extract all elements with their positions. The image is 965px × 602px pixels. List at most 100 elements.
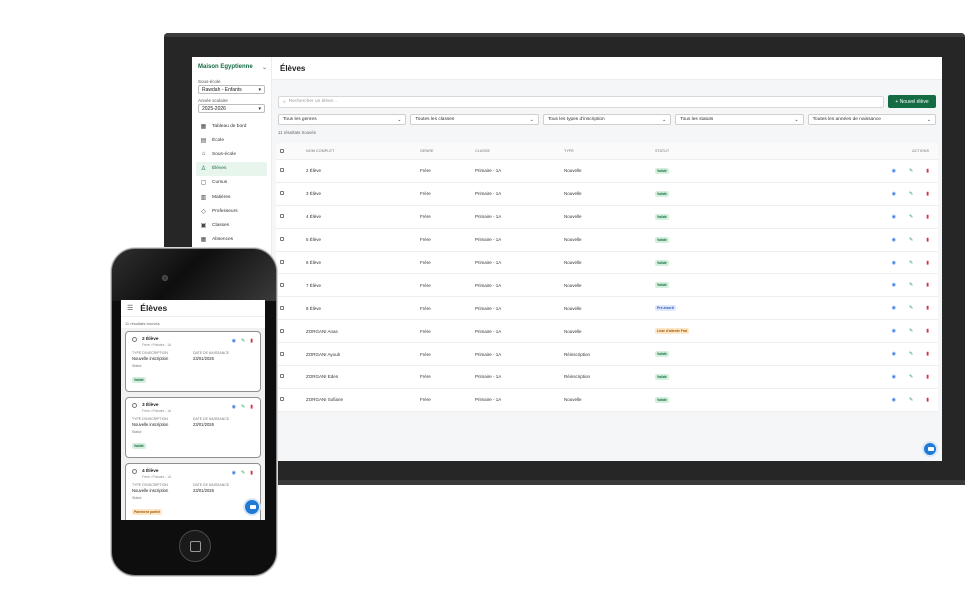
view-icon[interactable]: ◉ bbox=[232, 338, 236, 344]
edit-icon[interactable]: ✎ bbox=[909, 374, 913, 380]
edit-icon[interactable]: ✎ bbox=[909, 214, 913, 220]
row-checkbox[interactable] bbox=[280, 168, 284, 173]
brand-switcher[interactable]: Maison Egyptienne ⌄ bbox=[196, 57, 267, 77]
sidebar-item[interactable]: ⌂ Sous-école bbox=[196, 147, 267, 161]
edit-icon[interactable]: ✎ bbox=[909, 168, 913, 174]
row-checkbox[interactable] bbox=[280, 305, 284, 310]
sub-school-select[interactable]: Rawdah - Enfants ▾ bbox=[198, 85, 265, 94]
delete-icon[interactable]: ▮ bbox=[926, 305, 929, 311]
delete-icon[interactable]: ▮ bbox=[250, 404, 253, 410]
table-row: ZORGANI Ayoub Frère Primaire - 1A Réinscrip… bbox=[276, 343, 938, 367]
home-button[interactable] bbox=[179, 530, 211, 562]
filter-label: Tous les genres bbox=[283, 117, 317, 122]
student-card[interactable]: 3 Élève Frère • Primaire - 1A ◉ ✎ ▮ Type d'in… bbox=[125, 397, 261, 458]
view-icon[interactable]: ◉ bbox=[892, 282, 896, 288]
row-checkbox[interactable] bbox=[280, 351, 284, 356]
edit-icon[interactable]: ✎ bbox=[241, 404, 245, 410]
sidebar-item[interactable]: ▣ Classes bbox=[196, 218, 267, 232]
delete-icon[interactable]: ▮ bbox=[926, 214, 929, 220]
phone-glare bbox=[112, 249, 276, 301]
view-icon[interactable]: ◉ bbox=[892, 328, 896, 334]
sidebar-item[interactable]: ♙ Élèves bbox=[196, 161, 267, 176]
row-checkbox[interactable] bbox=[280, 214, 284, 219]
edit-icon[interactable]: ✎ bbox=[909, 260, 913, 266]
delete-icon[interactable]: ▮ bbox=[926, 397, 929, 403]
sidebar-item[interactable]: ▢ Cursus bbox=[196, 176, 267, 190]
sidebar-item-label: Cursus bbox=[212, 180, 228, 186]
cell-class: Primaire - 1A bbox=[475, 191, 502, 197]
menu-icon[interactable]: ☰ bbox=[127, 304, 133, 312]
delete-icon[interactable]: ▮ bbox=[926, 351, 929, 357]
edit-icon[interactable]: ✎ bbox=[909, 328, 913, 334]
table-row: 2 Élève Frère Primaire - 1A Nouvelle Validé ◉… bbox=[276, 160, 938, 183]
edit-icon[interactable]: ✎ bbox=[909, 282, 913, 288]
filter-select[interactable]: Tous les statuts ⌄ bbox=[675, 114, 804, 125]
birth-label: Date de naissance bbox=[193, 483, 230, 487]
view-icon[interactable]: ◉ bbox=[892, 260, 896, 266]
status-badge: Validé bbox=[655, 213, 669, 220]
row-checkbox[interactable] bbox=[280, 260, 284, 264]
sidebar-item[interactable]: ▥ Matières bbox=[196, 190, 267, 204]
row-checkbox[interactable] bbox=[280, 282, 284, 287]
delete-icon[interactable]: ▮ bbox=[250, 470, 253, 476]
view-icon[interactable]: ◉ bbox=[892, 168, 896, 174]
select-all-checkbox[interactable] bbox=[280, 148, 284, 153]
edit-icon[interactable]: ✎ bbox=[909, 237, 913, 243]
row-checkbox[interactable] bbox=[280, 191, 284, 196]
phone-screen: ☰ Élèves 11 résultats trouvés 2 Élève Frè… bbox=[121, 300, 265, 520]
row-checkbox[interactable] bbox=[280, 328, 284, 333]
edit-icon[interactable]: ✎ bbox=[241, 470, 245, 476]
view-icon[interactable]: ◉ bbox=[892, 374, 896, 380]
delete-icon[interactable]: ▮ bbox=[926, 282, 929, 288]
sidebar-item[interactable]: ▦ Tableau de bord bbox=[196, 119, 267, 133]
view-icon[interactable]: ◉ bbox=[232, 404, 236, 410]
chevron-down-icon: ▾ bbox=[258, 105, 261, 112]
view-icon[interactable]: ◉ bbox=[892, 237, 896, 243]
view-icon[interactable]: ◉ bbox=[892, 191, 896, 197]
new-student-button[interactable]: + Nouvel élève bbox=[888, 95, 936, 108]
sidebar-item[interactable]: ◇ Professeurs bbox=[196, 204, 267, 218]
edit-icon[interactable]: ✎ bbox=[909, 351, 913, 357]
delete-icon[interactable]: ▮ bbox=[926, 191, 929, 197]
edit-icon[interactable]: ✎ bbox=[909, 397, 913, 403]
cell-type: Nouvelle bbox=[564, 282, 582, 288]
search-input[interactable]: ⌕ Rechercher un élève... bbox=[278, 95, 884, 108]
card-checkbox[interactable] bbox=[132, 469, 137, 474]
year-label: Année scolaire bbox=[198, 98, 228, 103]
cell-status: Validé bbox=[655, 167, 865, 174]
view-icon[interactable]: ◉ bbox=[892, 351, 896, 357]
filter-select[interactable]: Tous les genres ⌄ bbox=[278, 114, 407, 125]
card-checkbox[interactable] bbox=[132, 337, 137, 342]
row-checkbox[interactable] bbox=[280, 397, 284, 402]
chat-button[interactable] bbox=[243, 498, 261, 516]
delete-icon[interactable]: ▮ bbox=[250, 338, 253, 344]
row-actions: ◉ ✎ ▮ bbox=[865, 214, 938, 220]
delete-icon[interactable]: ▮ bbox=[926, 374, 929, 380]
filter-select[interactable]: Toutes les classes ⌄ bbox=[410, 114, 539, 125]
card-checkbox[interactable] bbox=[132, 403, 137, 408]
edit-icon[interactable]: ✎ bbox=[241, 338, 245, 344]
filter-select[interactable]: Tous les types d'inscription ⌄ bbox=[542, 114, 672, 125]
year-select[interactable]: 2025-2026 ▾ bbox=[198, 104, 265, 113]
chat-button[interactable] bbox=[922, 441, 938, 457]
delete-icon[interactable]: ▮ bbox=[926, 237, 929, 243]
filter-select[interactable]: Toutes les années de naissance ⌄ bbox=[807, 114, 937, 125]
student-card[interactable]: 2 Élève Frère • Primaire - 1A ◉ ✎ ▮ Type d'in… bbox=[125, 331, 261, 392]
delete-icon[interactable]: ▮ bbox=[926, 260, 929, 266]
view-icon[interactable]: ◉ bbox=[232, 470, 236, 476]
delete-icon[interactable]: ▮ bbox=[926, 328, 929, 334]
sidebar-item[interactable]: ▦ Absences bbox=[196, 233, 267, 247]
row-checkbox[interactable] bbox=[280, 374, 284, 379]
view-icon[interactable]: ◉ bbox=[892, 305, 896, 311]
delete-icon[interactable]: ▮ bbox=[926, 168, 929, 174]
edit-icon[interactable]: ✎ bbox=[909, 305, 913, 311]
row-checkbox[interactable] bbox=[280, 237, 284, 242]
cell-gender: Frère bbox=[420, 168, 431, 174]
student-card[interactable]: 4 Élève Frère • Primaire - 1A ◉ ✎ ▮ Type d'in… bbox=[125, 463, 261, 520]
view-icon[interactable]: ◉ bbox=[892, 214, 896, 220]
sidebar-item[interactable]: ▤ École bbox=[196, 133, 267, 147]
cell-name: ZORGANI Ayoub bbox=[306, 351, 341, 357]
filter-label: Tous les statuts bbox=[680, 117, 714, 122]
view-icon[interactable]: ◉ bbox=[892, 397, 896, 403]
edit-icon[interactable]: ✎ bbox=[909, 191, 913, 197]
